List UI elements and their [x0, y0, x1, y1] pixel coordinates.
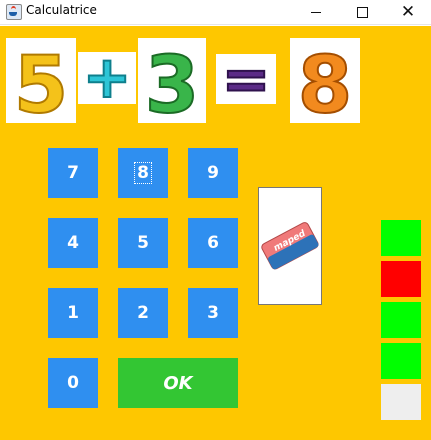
- answer-digit: 8: [298, 41, 352, 123]
- operator-card: +: [78, 52, 136, 104]
- close-button[interactable]: ✕: [385, 0, 431, 24]
- score-indicator-2: [381, 261, 421, 297]
- score-indicator-3: [381, 302, 421, 338]
- maximize-button[interactable]: [339, 0, 385, 24]
- java-app-icon: [6, 4, 22, 20]
- score-indicator-4: [381, 343, 421, 379]
- operand-b-digit: 3: [145, 41, 199, 123]
- key-1-label: 1: [67, 303, 79, 323]
- key-9-label: 9: [207, 163, 219, 183]
- calculator-panel: 5 + 3 = 8 7 8 9 4 5 6 1 2 3 0 OK maped: [0, 26, 431, 440]
- key-2-label: 2: [137, 303, 149, 323]
- key-7[interactable]: 7: [48, 148, 98, 198]
- key-9[interactable]: 9: [188, 148, 238, 198]
- key-6[interactable]: 6: [188, 218, 238, 268]
- key-5-label: 5: [137, 233, 149, 253]
- clear-button[interactable]: maped: [258, 187, 322, 305]
- equals-card: =: [216, 54, 276, 104]
- key-0-label: 0: [67, 373, 79, 393]
- operand-a-card: 5: [6, 38, 76, 123]
- plus-sign: +: [83, 52, 132, 104]
- key-8-label: 8: [134, 162, 152, 184]
- key-2[interactable]: 2: [118, 288, 168, 338]
- key-8[interactable]: 8: [118, 148, 168, 198]
- score-indicator-5: [381, 384, 421, 420]
- ok-button[interactable]: OK: [118, 358, 238, 408]
- key-4[interactable]: 4: [48, 218, 98, 268]
- operand-b-card: 3: [138, 38, 206, 123]
- equals-sign: =: [222, 54, 271, 104]
- key-0[interactable]: 0: [48, 358, 98, 408]
- eraser-icon: maped: [261, 222, 319, 270]
- key-3-label: 3: [207, 303, 219, 323]
- minimize-button[interactable]: [293, 0, 339, 24]
- key-4-label: 4: [67, 233, 79, 253]
- key-7-label: 7: [67, 163, 79, 183]
- title-bar: Calculatrice ✕: [0, 0, 431, 25]
- window-title: Calculatrice: [26, 3, 97, 17]
- close-icon: ✕: [400, 1, 416, 22]
- maximize-icon: [356, 6, 368, 18]
- answer-card: 8: [290, 38, 360, 123]
- key-5[interactable]: 5: [118, 218, 168, 268]
- key-6-label: 6: [207, 233, 219, 253]
- operand-a-digit: 5: [14, 41, 68, 123]
- key-1[interactable]: 1: [48, 288, 98, 338]
- score-indicator-1: [381, 220, 421, 256]
- minimize-icon: [311, 11, 321, 13]
- ok-button-label: OK: [163, 372, 193, 394]
- key-3[interactable]: 3: [188, 288, 238, 338]
